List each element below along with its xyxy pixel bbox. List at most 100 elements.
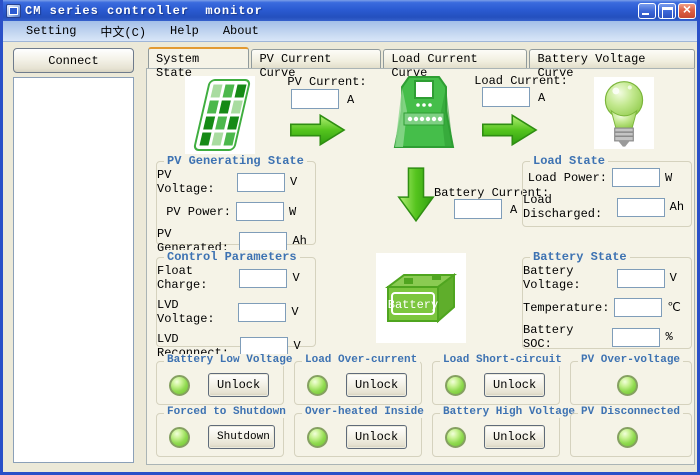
lvd-reconnect-unit: V	[293, 339, 309, 353]
status-title-pv-over-voltage: PV Over-voltage	[578, 354, 683, 366]
load-power-input[interactable]	[612, 168, 660, 187]
solar-panel-icon	[185, 76, 255, 154]
load-discharged-input[interactable]	[617, 198, 665, 217]
pv-generated-input[interactable]	[239, 232, 287, 251]
load-over-current-led-icon	[307, 375, 328, 396]
shutdown-button[interactable]: Shutdown	[208, 425, 275, 449]
temperature-input[interactable]	[614, 298, 662, 317]
battery-current-input[interactable]	[454, 199, 502, 219]
pv-current-unit: A	[347, 93, 354, 107]
tab-pv-current-curve[interactable]: PV Current Curve	[251, 49, 381, 68]
pv-voltage-label: PV Voltage:	[157, 168, 232, 196]
load-discharged-unit: Ah	[670, 200, 685, 214]
status-forced-to-shutdown: Forced to Shutdown Shutdown	[156, 413, 284, 457]
tab-system-state[interactable]: System State	[148, 47, 249, 68]
group-title-pv-generating: PV Generating State	[164, 154, 307, 168]
pv-power-label: PV Power:	[166, 205, 231, 219]
load-power-label: Load Power:	[528, 171, 607, 185]
load-power-unit: W	[665, 171, 685, 185]
status-title-pv-disconnected: PV Disconnected	[578, 406, 683, 418]
load-current-unit: A	[538, 91, 545, 105]
battery-low-voltage-led-icon	[169, 375, 190, 396]
lvd-voltage-label: LVD Voltage:	[157, 298, 233, 326]
battery-voltage-input[interactable]	[617, 269, 665, 288]
group-load-state: Load State Load Power: W Load Discharged…	[522, 161, 692, 227]
pv-power-input[interactable]	[236, 202, 284, 221]
status-pv-disconnected: PV Disconnected	[570, 413, 692, 457]
lvd-voltage-input[interactable]	[238, 303, 286, 322]
status-load-over-current: Load Over-current Unlock	[294, 361, 422, 405]
tab-strip: System State PV Current Curve Load Curre…	[148, 47, 697, 68]
maximize-button[interactable]	[658, 3, 676, 19]
load-short-circuit-unlock-button[interactable]: Unlock	[484, 373, 545, 397]
group-battery-state: Battery State Battery Voltage: V Tempera…	[522, 257, 692, 349]
pv-power-unit: W	[289, 205, 309, 219]
title-bar: CM series controller monitor	[0, 0, 700, 21]
controller-to-load-arrow-icon	[479, 113, 541, 147]
float-charge-input[interactable]	[239, 269, 287, 288]
load-short-circuit-led-icon	[445, 375, 466, 396]
pv-to-controller-arrow-icon	[287, 113, 349, 147]
status-title-over-heated-inside: Over-heated Inside	[302, 406, 427, 418]
battery-high-voltage-led-icon	[445, 427, 466, 448]
pv-voltage-unit: V	[290, 175, 309, 189]
battery-soc-input[interactable]	[612, 328, 660, 347]
load-current-input[interactable]	[482, 87, 530, 107]
minimize-button[interactable]	[638, 3, 656, 19]
status-title-load-over-current: Load Over-current	[302, 354, 420, 366]
battery-soc-unit: %	[665, 330, 685, 344]
bulb-icon	[594, 77, 654, 149]
menu-setting[interactable]: Setting	[14, 22, 88, 40]
pv-voltage-input[interactable]	[237, 173, 285, 192]
connect-button[interactable]: Connect	[13, 48, 134, 73]
status-title-battery-high-voltage: Battery High Voltage	[440, 406, 578, 418]
menu-help[interactable]: Help	[158, 22, 211, 40]
system-state-panel: PV Current: A	[146, 68, 695, 465]
status-title-battery-low-voltage: Battery Low Voltage	[164, 354, 295, 366]
battery-icon-text: Battery	[388, 298, 438, 312]
group-control-parameters: Control Parameters Float Charge: V LVD V…	[156, 257, 316, 347]
temperature-unit: ℃	[667, 300, 685, 315]
close-button[interactable]	[678, 3, 696, 19]
battery-voltage-label: Battery Voltage:	[523, 264, 612, 292]
client-area: Connect System State PV Current Curve Lo…	[3, 42, 697, 472]
float-charge-label: Float Charge:	[157, 264, 234, 292]
menu-about[interactable]: About	[211, 22, 271, 40]
pv-current-input[interactable]	[291, 89, 339, 109]
tab-load-current-curve[interactable]: Load Current Curve	[383, 49, 527, 68]
forced-to-shutdown-led-icon	[169, 427, 190, 448]
menu-bar: Setting 中文(C) Help About	[0, 21, 700, 42]
group-title-load-state: Load State	[530, 154, 608, 168]
window-controls	[638, 3, 696, 19]
over-heated-inside-unlock-button[interactable]: Unlock	[346, 425, 407, 449]
group-pv-generating-state: PV Generating State PV Voltage: V PV Pow…	[156, 161, 316, 245]
tab-battery-voltage-curve[interactable]: Battery Voltage Curve	[529, 49, 695, 68]
pv-over-voltage-led-icon	[617, 375, 638, 396]
lvd-reconnect-input[interactable]	[240, 337, 288, 356]
battery-high-voltage-unlock-button[interactable]: Unlock	[484, 425, 545, 449]
temperature-label: Temperature:	[523, 301, 609, 315]
float-charge-unit: V	[292, 271, 309, 285]
status-over-heated-inside: Over-heated Inside Unlock	[294, 413, 422, 457]
controller-to-battery-arrow-icon	[397, 167, 435, 223]
menu-language[interactable]: 中文(C)	[88, 21, 158, 42]
group-title-battery-state: Battery State	[530, 250, 630, 264]
status-title-load-short-circuit: Load Short-circuit	[440, 354, 565, 366]
controller-icon	[389, 73, 459, 153]
load-over-current-unlock-button[interactable]: Unlock	[346, 373, 407, 397]
app-icon	[6, 4, 21, 18]
battery-current-unit: A	[510, 203, 517, 217]
battery-low-voltage-unlock-button[interactable]: Unlock	[208, 373, 269, 397]
pv-disconnected-led-icon	[617, 427, 638, 448]
status-load-short-circuit: Load Short-circuit Unlock	[432, 361, 560, 405]
battery-soc-label: Battery SOC:	[523, 323, 607, 351]
group-title-control-parameters: Control Parameters	[164, 250, 300, 264]
battery-voltage-unit: V	[670, 271, 685, 285]
load-discharged-label: Load Discharged:	[523, 193, 612, 221]
device-list[interactable]	[13, 77, 134, 463]
status-battery-high-voltage: Battery High Voltage Unlock	[432, 413, 560, 457]
over-heated-inside-led-icon	[307, 427, 328, 448]
app-window: CM series controller monitor Setting 中文(…	[0, 0, 700, 475]
status-battery-low-voltage: Battery Low Voltage Unlock	[156, 361, 284, 405]
lvd-voltage-unit: V	[291, 305, 309, 319]
